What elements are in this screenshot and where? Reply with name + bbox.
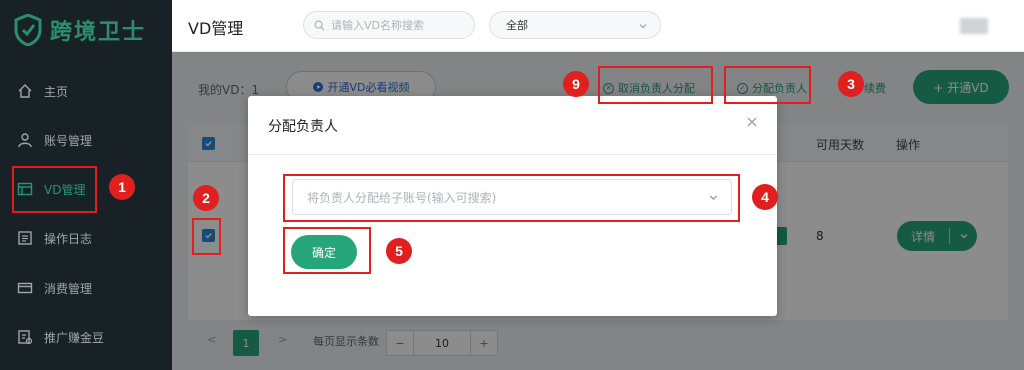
search-input[interactable]: 请输入VD名称搜索	[303, 11, 475, 39]
annotation-badge: 2	[193, 185, 219, 211]
annotation-box-confirm	[283, 227, 371, 274]
filter-value: 全部	[506, 19, 528, 32]
annotation-box-checkbox	[192, 218, 221, 255]
divider	[248, 154, 777, 155]
avatar[interactable]	[960, 18, 988, 34]
annotation-badge: 5	[386, 238, 412, 264]
annotation-badge: 3	[838, 71, 864, 97]
annotation-box-assign	[724, 66, 811, 104]
top-bar: VD管理 请输入VD名称搜索 全部	[172, 0, 1024, 52]
search-placeholder: 请输入VD名称搜索	[331, 19, 424, 32]
filter-select[interactable]: 全部	[489, 11, 661, 39]
annotation-badge: 9	[563, 71, 589, 97]
dialog-title: 分配负责人	[268, 119, 338, 135]
annotation-badge: 4	[752, 184, 778, 210]
page-title: VD管理	[188, 19, 244, 38]
annotation-box-vd-menu	[12, 166, 97, 213]
search-icon	[314, 20, 325, 31]
close-icon[interactable]	[745, 115, 759, 129]
annotation-badge: 1	[109, 174, 135, 200]
chevron-down-icon	[639, 24, 647, 29]
annotation-box-cancel-assign	[598, 66, 713, 104]
annotation-box-select	[283, 174, 740, 222]
